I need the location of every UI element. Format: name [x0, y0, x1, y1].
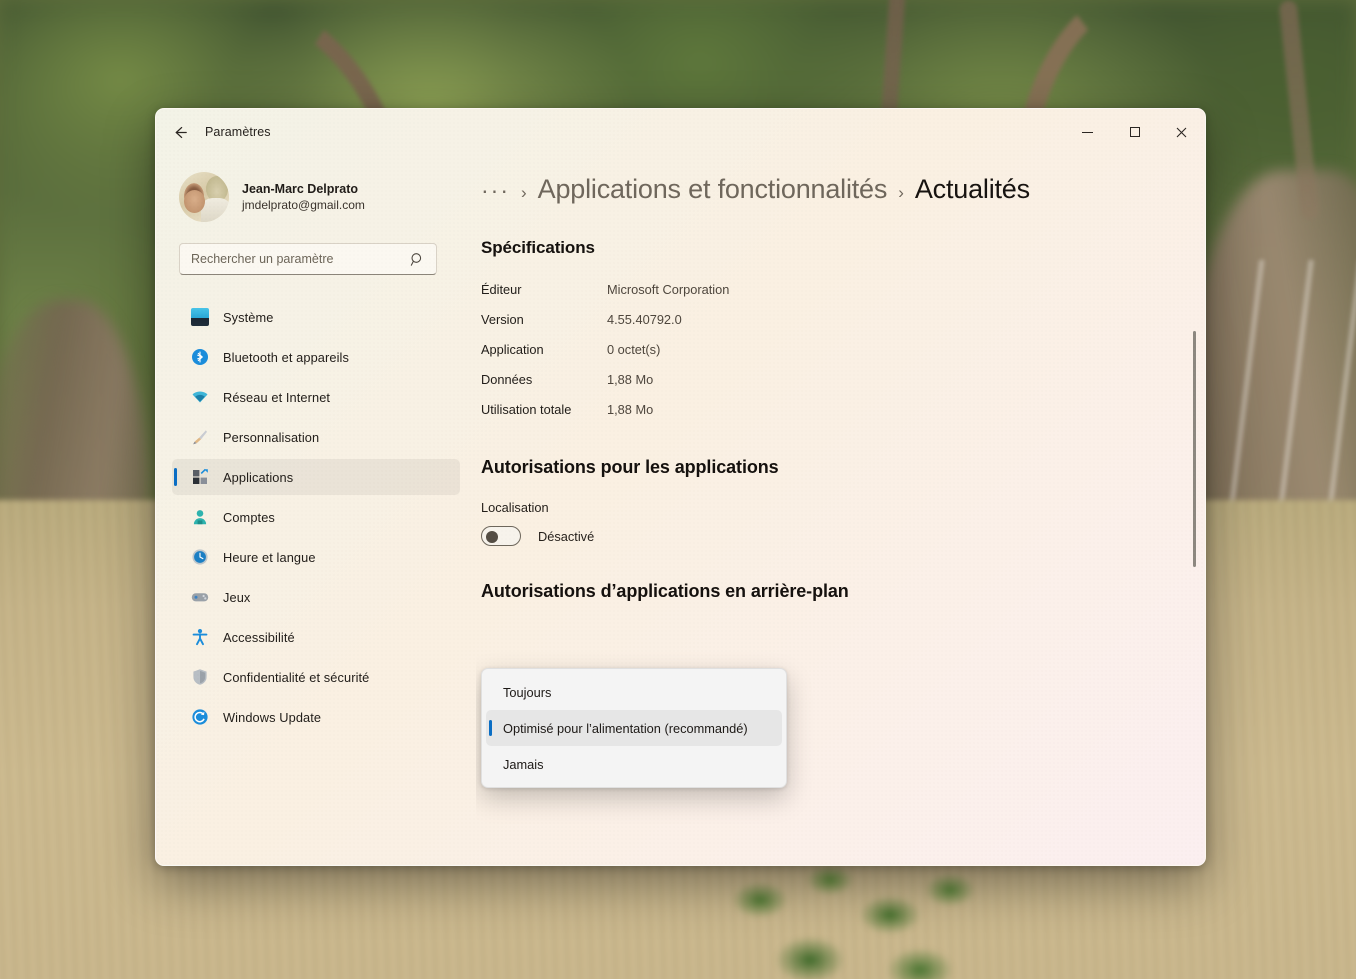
- toggle-state-label: Désactivé: [538, 528, 595, 544]
- sidebar-item-label: Confidentialité et sécurité: [223, 669, 370, 685]
- minimize-icon: [1082, 131, 1093, 133]
- wallpaper-bush: [700, 860, 1040, 979]
- spec-key: Éditeur: [481, 281, 522, 297]
- specifications-table: Éditeur Microsoft Corporation Version 4.…: [481, 274, 1205, 424]
- spec-key: Utilisation totale: [481, 401, 572, 417]
- dropdown-option-toujours[interactable]: Toujours: [486, 674, 782, 710]
- dropdown-option-jamais[interactable]: Jamais: [486, 746, 782, 782]
- sidebar-item-personnalisation[interactable]: Personnalisation: [172, 419, 460, 455]
- sidebar-item-label: Réseau et Internet: [223, 389, 331, 405]
- specifications-heading: Spécifications: [481, 238, 595, 257]
- window-controls: [1064, 109, 1205, 155]
- sidebar-item-systeme[interactable]: Système: [172, 299, 460, 335]
- table-row: Données 1,88 Mo: [481, 364, 1205, 394]
- apps-icon: [191, 468, 209, 486]
- settings-window: Paramètres Jean-Marc Delprato jmdelprato…: [155, 108, 1206, 866]
- sidebar-item-applications[interactable]: Applications: [172, 459, 460, 495]
- breadcrumb: ··· › Applications et fonctionnalités › …: [476, 155, 1205, 205]
- sidebar-item-windows-update[interactable]: Windows Update: [172, 699, 460, 735]
- avatar: [179, 172, 229, 222]
- sidebar: Jean-Marc Delprato jmdelprato@gmail.com …: [156, 155, 476, 865]
- breadcrumb-parent-link[interactable]: Applications et fonctionnalités: [538, 174, 888, 205]
- monitor-icon: [191, 308, 209, 326]
- spec-key: Version: [481, 311, 524, 327]
- spec-key: Application: [481, 341, 544, 357]
- back-button[interactable]: [164, 116, 196, 148]
- account-email: jmdelprato@gmail.com: [242, 198, 365, 212]
- window-titlebar: Paramètres: [156, 109, 1205, 155]
- localisation-label: Localisation: [481, 500, 549, 515]
- close-button[interactable]: [1158, 109, 1205, 155]
- account-card[interactable]: Jean-Marc Delprato jmdelprato@gmail.com: [172, 155, 460, 231]
- table-row: Éditeur Microsoft Corporation: [481, 274, 1205, 304]
- spec-key: Données: [481, 371, 533, 387]
- sidebar-item-reseau[interactable]: Réseau et Internet: [172, 379, 460, 415]
- brush-icon: [191, 428, 209, 446]
- account-name: Jean-Marc Delprato: [242, 182, 359, 196]
- content-scrollbar[interactable]: [1193, 331, 1196, 567]
- sidebar-item-label: Windows Update: [223, 709, 322, 725]
- breadcrumb-overflow-button[interactable]: ···: [481, 178, 510, 201]
- localisation-toggle[interactable]: [481, 526, 521, 546]
- spec-value: 1,88 Mo: [607, 371, 654, 387]
- search-icon: [410, 252, 425, 267]
- bluetooth-icon: [191, 348, 209, 366]
- sidebar-item-label: Comptes: [223, 509, 275, 525]
- table-row: Utilisation totale 1,88 Mo: [481, 394, 1205, 424]
- sidebar-item-label: Bluetooth et appareils: [223, 349, 349, 365]
- page-title: Actualités: [914, 174, 1030, 204]
- sidebar-item-label: Applications: [223, 469, 294, 485]
- sidebar-item-label: Heure et langue: [223, 549, 316, 565]
- dropdown-option-label: Toujours: [503, 684, 552, 700]
- sidebar-item-label: Jeux: [223, 589, 251, 605]
- update-icon: [191, 708, 209, 726]
- sidebar-item-confidentialite[interactable]: Confidentialité et sécurité: [172, 659, 460, 695]
- localisation-toggle-row: Désactivé: [481, 526, 1205, 546]
- toggle-knob: [486, 531, 498, 543]
- chevron-right-icon: ›: [898, 183, 904, 202]
- dropdown-option-optimise[interactable]: Optimisé pour l’alimentation (recommandé…: [486, 710, 782, 746]
- clock-icon: [191, 548, 209, 566]
- spec-value: Microsoft Corporation: [607, 281, 730, 297]
- sidebar-item-bluetooth[interactable]: Bluetooth et appareils: [172, 339, 460, 375]
- spec-value: 0 octet(s): [607, 341, 661, 357]
- arrow-left-icon: [175, 126, 187, 138]
- close-icon: [1176, 127, 1187, 137]
- maximize-button[interactable]: [1111, 109, 1158, 155]
- gamepad-icon: [191, 588, 209, 606]
- sidebar-nav: Système Bluetooth et appareils Réseau et…: [172, 299, 460, 735]
- background-permissions-heading: Autorisations d’applications en arrière-…: [481, 581, 849, 601]
- dropdown-option-label: Optimisé pour l’alimentation (recommandé…: [503, 720, 748, 736]
- app-title: Paramètres: [205, 125, 271, 139]
- chevron-right-icon: ›: [520, 183, 527, 202]
- sidebar-item-label: Accessibilité: [223, 629, 295, 645]
- sidebar-item-heure[interactable]: Heure et langue: [172, 539, 460, 575]
- search-input[interactable]: [180, 252, 410, 266]
- minimize-button[interactable]: [1064, 109, 1111, 155]
- sidebar-item-accessibilite[interactable]: Accessibilité: [172, 619, 460, 655]
- shield-icon: [191, 668, 209, 686]
- spec-value: 4.55.40792.0: [607, 311, 682, 327]
- app-permissions-heading: Autorisations pour les applications: [481, 457, 779, 477]
- sidebar-item-comptes[interactable]: Comptes: [172, 499, 460, 535]
- table-row: Version 4.55.40792.0: [481, 304, 1205, 334]
- background-permissions-dropdown-flyout: Toujours Optimisé pour l’alimentation (r…: [481, 668, 787, 788]
- search-box[interactable]: [179, 243, 437, 275]
- spec-value: 1,88 Mo: [607, 401, 654, 417]
- wifi-icon: [191, 388, 209, 406]
- sidebar-item-label: Système: [223, 309, 274, 325]
- accessibility-icon: [191, 628, 209, 646]
- maximize-icon: [1129, 127, 1140, 137]
- user-icon: [191, 508, 209, 526]
- sidebar-item-label: Personnalisation: [223, 429, 320, 445]
- sidebar-item-jeux[interactable]: Jeux: [172, 579, 460, 615]
- main-content: ··· › Applications et fonctionnalités › …: [476, 155, 1205, 865]
- dropdown-option-label: Jamais: [503, 756, 544, 772]
- table-row: Application 0 octet(s): [481, 334, 1205, 364]
